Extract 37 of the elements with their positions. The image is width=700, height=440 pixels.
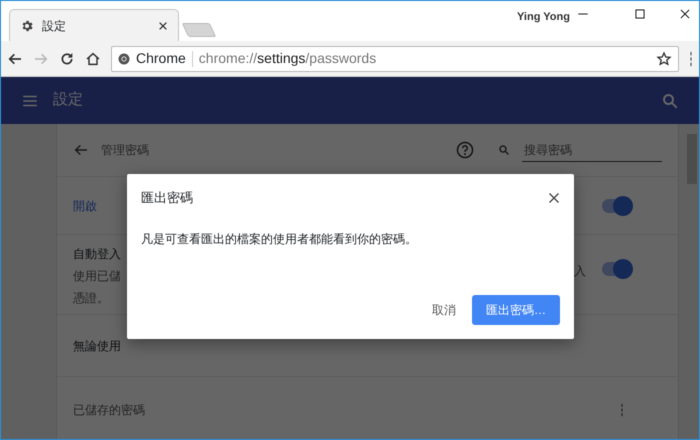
- setting-label: 無論使用: [73, 338, 121, 354]
- setting-description: 使用已儲: [73, 268, 121, 285]
- site-label: Chrome: [136, 49, 186, 68]
- search-icon: [498, 144, 510, 156]
- toggle-switch[interactable]: [602, 262, 630, 276]
- close-icon[interactable]: [548, 192, 560, 204]
- close-icon[interactable]: [158, 20, 168, 30]
- cancel-button[interactable]: 取消: [426, 301, 462, 319]
- more-options-icon[interactable]: [620, 402, 624, 416]
- header-title: 設定: [53, 91, 83, 108]
- profile-name[interactable]: Ying Yong: [517, 9, 570, 26]
- close-icon[interactable]: [678, 7, 692, 21]
- setting-description: 入: [574, 263, 586, 280]
- url-text: chrome://settings/passwords: [198, 49, 378, 68]
- toggle-switch[interactable]: [602, 198, 630, 212]
- section-title: 已儲存的密碼: [73, 402, 145, 416]
- page-title: 管理密碼: [101, 143, 149, 157]
- back-arrow-icon[interactable]: [7, 50, 23, 66]
- help-icon[interactable]: [456, 141, 474, 159]
- export-button[interactable]: 匯出密碼…: [472, 295, 560, 325]
- dialog-title: 匯出密碼: [141, 190, 193, 206]
- reload-icon[interactable]: [59, 50, 75, 66]
- home-icon[interactable]: [85, 50, 101, 66]
- toggle-label: 開啟: [73, 198, 97, 212]
- search-field[interactable]: 搜尋密碼: [522, 138, 662, 162]
- chrome-logo-icon: [118, 52, 130, 64]
- browser-tab[interactable]: 設定: [9, 9, 179, 41]
- dialog-message: 凡是可查看匯出的檔案的使用者都能看到你的密碼。: [141, 232, 417, 246]
- forward-arrow-icon: [33, 50, 49, 66]
- search-icon[interactable]: [661, 92, 679, 110]
- setting-description: 憑證。: [73, 290, 109, 307]
- setting-title: 自動登入: [73, 246, 122, 263]
- maximize-icon[interactable]: [633, 7, 647, 21]
- kebab-menu-icon[interactable]: [689, 50, 693, 66]
- gear-icon: [20, 18, 34, 32]
- star-icon[interactable]: [656, 50, 672, 66]
- address-bar[interactable]: Chrome chrome://settings/passwords: [111, 46, 679, 72]
